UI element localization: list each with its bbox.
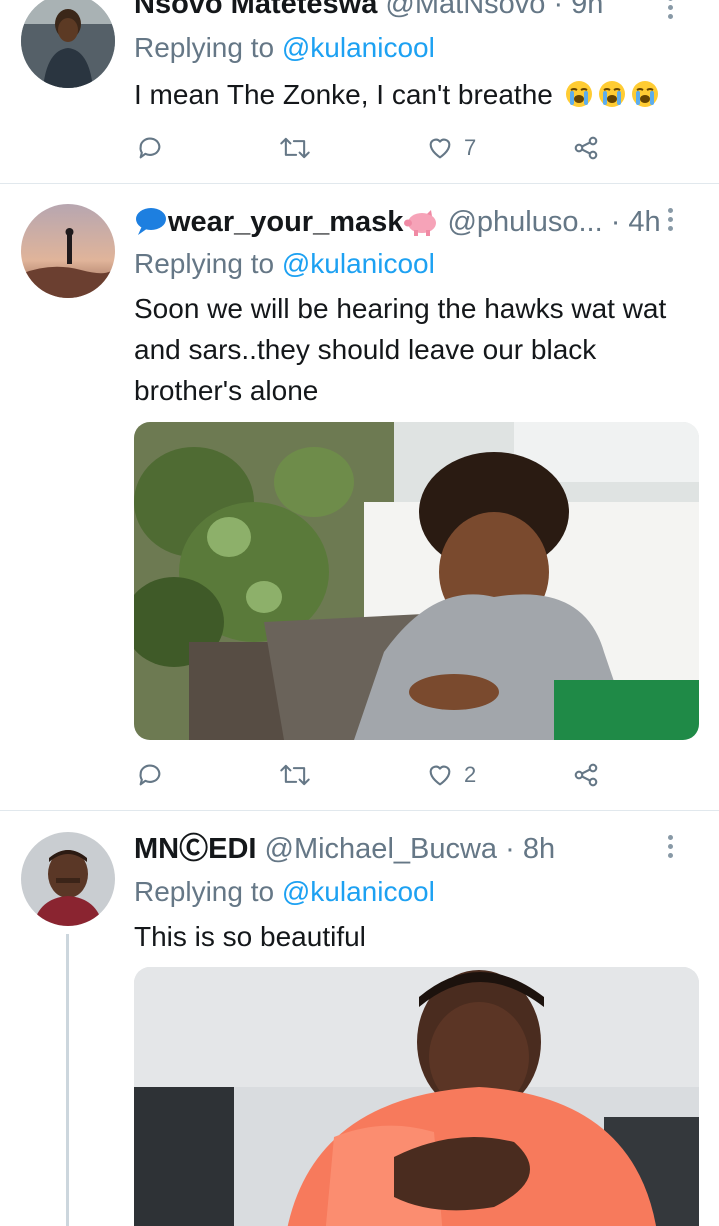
tweet-text: Soon we will be hearing the hawks wat wa…	[134, 293, 667, 406]
like-count: 7	[464, 135, 477, 160]
loudly-crying-face-emoji	[565, 81, 592, 107]
mention-link[interactable]: @kulanicool	[282, 248, 435, 279]
replying-label: Replying to	[134, 876, 282, 907]
display-name[interactable]: Nsovo Mateteswa	[134, 0, 377, 20]
tweet-time[interactable]: · 4h	[611, 206, 661, 238]
retweet-icon	[280, 764, 310, 786]
display-name[interactable]: MNⒸEDI	[134, 833, 256, 865]
tweet-text: I mean The Zonke, I can't breathe	[134, 79, 553, 110]
blue-speech-bubble-icon	[136, 208, 166, 235]
tweet[interactable]: MNⒸEDI @Michael_Bucwa · 8h Replying to @…	[0, 811, 719, 1226]
tweet-text: This is so beautiful	[134, 921, 366, 952]
avatar[interactable]	[21, 0, 115, 88]
mention-link[interactable]: @kulanicool	[282, 32, 435, 63]
heart-icon	[429, 765, 451, 786]
heart-icon	[429, 138, 451, 159]
more-options-icon[interactable]	[665, 0, 675, 23]
tweet-actions: 7	[134, 131, 604, 165]
avatar[interactable]	[21, 832, 115, 926]
user-handle[interactable]: @Michael_Bucwa	[265, 833, 498, 865]
replying-to: Replying to @kulanicool	[134, 874, 435, 910]
reply-icon	[139, 764, 161, 786]
like-button[interactable]: 2	[426, 758, 476, 792]
user-handle[interactable]: @MatNsovo	[385, 0, 545, 20]
replying-label: Replying to	[134, 32, 282, 63]
thread-connector-line	[66, 934, 69, 1226]
share-button[interactable]	[572, 131, 600, 165]
replying-to: Replying to @kulanicool	[134, 246, 435, 282]
retweet-button[interactable]	[279, 131, 311, 165]
tweet[interactable]: wear_your_mask @phuluso... · 4h Replying…	[0, 184, 719, 810]
tweet[interactable]: Nsovo Mateteswa @MatNsovo · 9h Replying …	[0, 0, 719, 183]
tweet-actions: 2	[134, 758, 604, 792]
like-button[interactable]: 7	[426, 131, 476, 165]
reply-button[interactable]	[136, 758, 164, 792]
loudly-crying-face-emoji	[598, 81, 625, 107]
mention-link[interactable]: @kulanicool	[282, 876, 435, 907]
replying-to: Replying to @kulanicool	[134, 30, 435, 66]
tweet-media-photo[interactable]	[134, 422, 699, 740]
more-options-icon[interactable]	[665, 835, 675, 862]
tweet-time[interactable]: · 9h	[553, 0, 603, 20]
user-handle[interactable]: @phuluso...	[447, 206, 602, 238]
share-icon	[574, 136, 598, 160]
reply-icon	[139, 137, 161, 159]
loudly-crying-face-emoji	[631, 81, 658, 107]
share-icon	[574, 763, 598, 787]
retweet-icon	[280, 137, 310, 159]
tweet-text-container: I mean The Zonke, I can't breathe	[134, 74, 694, 115]
tweet-time[interactable]: · 8h	[505, 833, 555, 865]
tweet-media-photo[interactable]	[134, 967, 699, 1226]
more-options-icon[interactable]	[665, 208, 675, 235]
display-name[interactable]: wear_your_mask	[168, 206, 403, 238]
like-count: 2	[464, 762, 477, 787]
share-button[interactable]	[572, 758, 600, 792]
reply-button[interactable]	[136, 131, 164, 165]
pig-icon	[404, 210, 437, 236]
avatar[interactable]	[21, 204, 115, 298]
retweet-button[interactable]	[279, 758, 311, 792]
replying-label: Replying to	[134, 248, 282, 279]
